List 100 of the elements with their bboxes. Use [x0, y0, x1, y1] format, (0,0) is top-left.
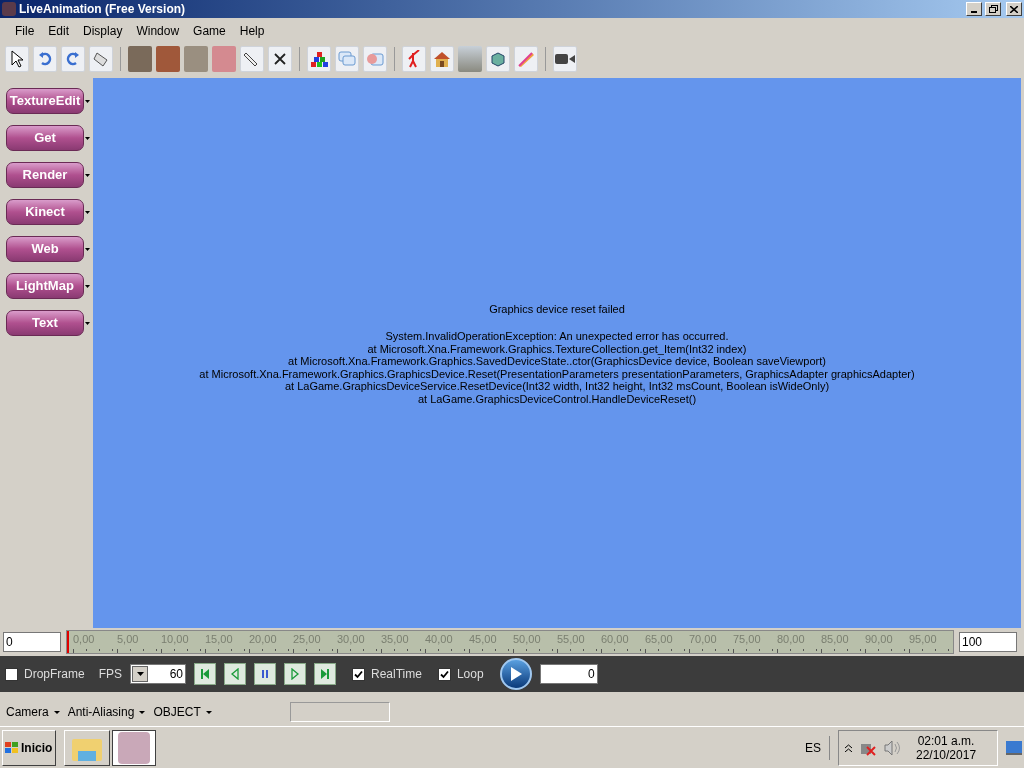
minimize-button[interactable] — [966, 2, 982, 16]
windows-logo-icon — [5, 741, 19, 754]
minimize-icon — [971, 11, 977, 13]
timeline-tick-label: 90,00 — [865, 633, 893, 645]
sidebar-button[interactable]: Get — [6, 125, 84, 151]
folder-taskbar-icon[interactable] — [64, 729, 110, 766]
clock-date: 22/10/2017 — [916, 747, 977, 762]
timeline-tick-label: 10,00 — [161, 633, 189, 645]
checkbox[interactable] — [352, 667, 366, 681]
start-button[interactable]: Inicio — [2, 729, 56, 766]
error-stack-line: at Microsoft.Xna.Framework.Graphics.SavedDeviceState..ctor(GraphicsDevice device, Boolean saveViewport) — [288, 355, 826, 368]
caret-icon[interactable] — [85, 173, 90, 177]
cubes-icon[interactable] — [307, 46, 331, 72]
restore-button[interactable] — [985, 2, 1001, 16]
timeline-tick-label: 30,00 — [337, 633, 365, 645]
last-frame-icon — [319, 668, 332, 680]
play-icon — [509, 667, 522, 681]
status-dropdown[interactable]: Anti-Aliasing — [67, 703, 146, 721]
play-button[interactable] — [499, 658, 532, 690]
fps-label: FPS — [98, 666, 123, 683]
app-logo-icon — [2, 2, 16, 16]
menu-item[interactable]: Game — [186, 22, 233, 40]
sidebar-button[interactable]: Text — [6, 310, 84, 336]
error-stack-line: System.InvalidOperationException: An unexpected error has occurred. — [385, 330, 729, 343]
chevron-up-icon[interactable] — [845, 743, 852, 752]
sidebar-button[interactable]: TextureEdit — [6, 88, 84, 114]
timeline-tick-label: 45,00 — [469, 633, 497, 645]
timeline-tick-label: 80,00 — [777, 633, 805, 645]
timeline-tick-label: 35,00 — [381, 633, 409, 645]
timeline-tick-label: 85,00 — [821, 633, 849, 645]
timeline-tick-label: 50,00 — [513, 633, 541, 645]
timeline-tick-label: 25,00 — [293, 633, 321, 645]
previous-frame-icon — [229, 668, 242, 680]
checkbox[interactable] — [5, 667, 18, 681]
previous-frame-button[interactable] — [224, 663, 247, 685]
pen-icon[interactable] — [240, 46, 264, 72]
sidebar-button[interactable]: Kinect — [6, 199, 84, 225]
last-frame-button[interactable] — [314, 663, 337, 685]
status-dropdown[interactable]: OBJECT — [153, 703, 212, 721]
figure-icon[interactable] — [402, 46, 426, 72]
start-frame-field[interactable]: 0 — [3, 632, 61, 652]
undo-icon[interactable] — [33, 46, 57, 72]
timeline-tick-label: 0,00 — [73, 633, 95, 645]
timeline-tick-label: 70,00 — [689, 633, 717, 645]
error-stack-line: at Microsoft.Xna.Framework.Graphics.GraphicsDevice.Reset(PresentationParameters presentationParameters, GraphicsAdapter graphicsAdapter) — [199, 367, 915, 381]
first-frame-button[interactable] — [194, 663, 217, 685]
menu-item[interactable]: Display — [76, 22, 130, 40]
caret-icon — [53, 710, 60, 714]
frame-field[interactable]: 0 — [539, 664, 598, 684]
timeline-tick-label: 40,00 — [425, 633, 453, 645]
status-dropdown[interactable]: Camera — [6, 703, 60, 721]
cube-icon[interactable] — [486, 46, 510, 72]
timeline-tick-label: 75,00 — [733, 633, 761, 645]
timeline-tick-label: 60,00 — [601, 633, 629, 645]
video-camera-icon[interactable] — [553, 46, 577, 72]
checkbox-label: Loop — [456, 666, 484, 683]
sidebar-button[interactable]: LightMap — [6, 273, 84, 299]
language-indicator[interactable]: ES — [805, 738, 821, 757]
caret-icon[interactable] — [85, 247, 90, 251]
show-desktop-icon[interactable] — [1006, 740, 1022, 755]
timeline-tick-label: 15,00 — [205, 633, 233, 645]
pointer-icon[interactable] — [5, 46, 29, 72]
house-icon[interactable] — [430, 46, 454, 72]
redo-icon[interactable] — [61, 46, 85, 72]
menu-item[interactable]: Window — [129, 22, 187, 40]
caret-icon[interactable] — [85, 284, 90, 288]
sidebar-button[interactable]: Render — [6, 162, 84, 188]
clock-time: 02:01 a.m. — [917, 733, 975, 748]
speaker-icon[interactable] — [884, 739, 900, 756]
fps-spinner[interactable]: 60 — [130, 664, 187, 684]
caret-icon[interactable] — [85, 210, 90, 214]
error-stack-line: at Microsoft.Xna.Framework.Graphics.TextureCollection.get_Item(Int32 index) — [367, 342, 747, 356]
pause-button[interactable] — [254, 663, 277, 685]
timeline-tick-label: 5,00 — [117, 633, 139, 645]
timeline-tick-label: 55,00 — [557, 633, 585, 645]
checkbox[interactable] — [437, 667, 451, 681]
pencil-icon[interactable] — [514, 46, 538, 72]
end-frame-field[interactable]: 100 — [959, 632, 1017, 652]
timeline-tick-label: 20,00 — [249, 633, 277, 645]
checkbox-label: DropFrame — [24, 666, 85, 683]
x-mark-icon[interactable] — [268, 46, 292, 72]
app-taskbar-icon[interactable] — [112, 729, 156, 766]
first-frame-icon — [199, 668, 212, 680]
menu-item[interactable]: File — [8, 22, 42, 40]
caret-icon[interactable] — [85, 136, 90, 140]
sidebar-button[interactable]: Web — [6, 236, 84, 262]
close-button[interactable] — [1006, 2, 1022, 16]
menu-item[interactable]: Edit — [41, 22, 77, 40]
error-stack-line: at LaGame.GraphicsDeviceControl.HandleDeviceReset() — [417, 392, 697, 406]
restore-icon — [988, 5, 998, 13]
error-title: Graphics device reset failed — [489, 301, 625, 317]
caret-icon — [139, 710, 146, 714]
close-icon — [1010, 5, 1018, 13]
check-icon — [354, 669, 364, 679]
next-frame-button[interactable] — [284, 663, 307, 685]
menu-item[interactable]: Help — [232, 22, 272, 40]
caret-icon[interactable] — [85, 99, 90, 103]
caret-icon[interactable] — [85, 321, 90, 325]
timeline-tick-label: 65,00 — [645, 633, 673, 645]
check-icon — [439, 669, 449, 679]
